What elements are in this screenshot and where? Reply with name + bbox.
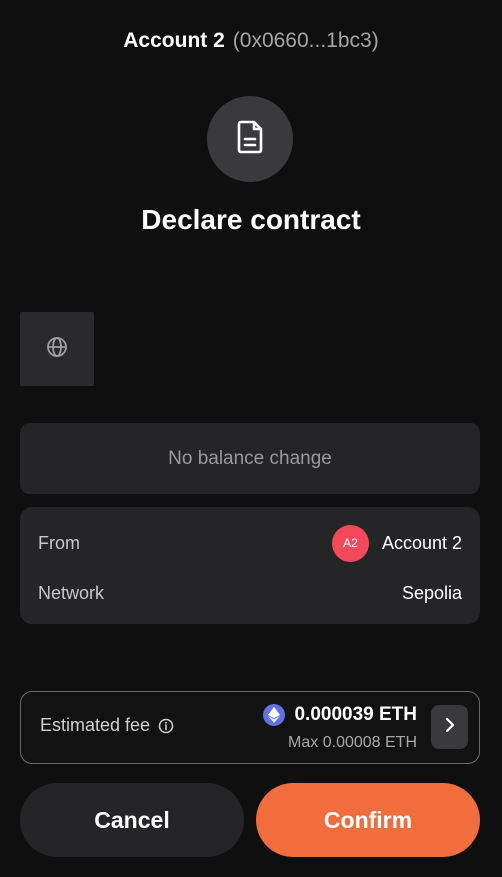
- fee-label: Estimated fee: [40, 715, 151, 735]
- from-value: A2 Account 2: [331, 524, 462, 562]
- dapp-favicon: [20, 312, 94, 386]
- transaction-title: Declare contract: [141, 204, 361, 235]
- network-value: Sepolia: [401, 582, 462, 603]
- globe-icon: [46, 336, 68, 363]
- fee-label-group: Estimated fee: [40, 715, 174, 736]
- network-label: Network: [38, 582, 105, 603]
- chevron-right-icon: [445, 717, 455, 738]
- transaction-details-card: From A2 Account 2 Network Sepolia: [20, 507, 480, 624]
- avatar: A2: [331, 524, 369, 562]
- confirm-button[interactable]: Confirm: [256, 783, 480, 857]
- cancel-button[interactable]: Cancel: [20, 783, 244, 857]
- info-icon[interactable]: [158, 718, 174, 734]
- account-name: Account 2: [123, 29, 225, 52]
- network-row: Network Sepolia: [38, 573, 462, 613]
- from-account-name: Account 2: [381, 532, 462, 553]
- fee-amount-value: 0.000039 ETH: [294, 704, 417, 725]
- balance-change-card: No balance change: [20, 423, 480, 494]
- fee-amount: 0.000039 ETH: [263, 704, 417, 726]
- balance-change-text: No balance change: [168, 447, 332, 469]
- fee-details-button[interactable]: [431, 705, 468, 749]
- from-label: From: [38, 532, 80, 553]
- estimated-fee-card[interactable]: Estimated fee 0.000039 ETH Max 0.00008 E…: [20, 691, 480, 764]
- from-row: From A2 Account 2: [38, 523, 462, 563]
- fee-max: Max 0.00008 ETH: [288, 734, 417, 751]
- account-address: (0x0660...1bc3): [232, 29, 379, 52]
- transaction-type-icon: [207, 96, 293, 182]
- account-header: Account 2 (0x0660...1bc3): [0, 26, 502, 56]
- ethereum-icon: [263, 704, 286, 726]
- document-icon: [235, 120, 265, 159]
